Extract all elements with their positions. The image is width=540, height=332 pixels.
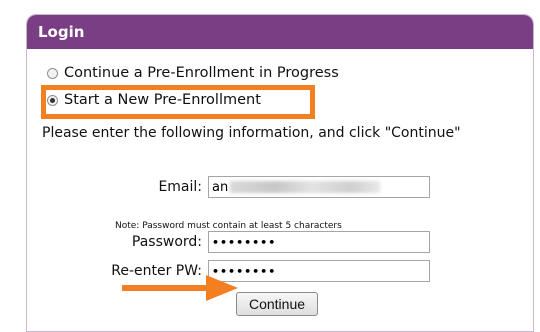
continue-button[interactable]: Continue	[236, 292, 318, 316]
password-field[interactable]: ••••••••	[208, 231, 430, 253]
login-header: Login	[27, 15, 533, 49]
instructions-text: Please enter the following information, …	[42, 125, 461, 141]
email-redacted	[230, 181, 381, 193]
option-continue-label: Continue a Pre-Enrollment in Progress	[64, 65, 339, 81]
option-continue-enrollment[interactable]: Continue a Pre-Enrollment in Progress	[47, 65, 339, 81]
email-label: Email:	[158, 179, 202, 195]
arrow-annotation	[122, 275, 238, 301]
email-value: an	[212, 179, 229, 195]
password-label: Password:	[131, 234, 202, 250]
login-title: Login	[38, 23, 85, 41]
reenter-password-field[interactable]: ••••••••	[208, 260, 430, 282]
password-value: ••••••••	[212, 235, 277, 249]
email-field[interactable]: an	[208, 176, 430, 198]
login-panel: Login Continue a Pre-Enrollment in Progr…	[26, 14, 534, 332]
radio-continue-enrollment[interactable]	[47, 67, 58, 79]
highlight-annotation	[41, 85, 315, 119]
password-note: Note: Password must contain at least 5 c…	[115, 221, 342, 231]
